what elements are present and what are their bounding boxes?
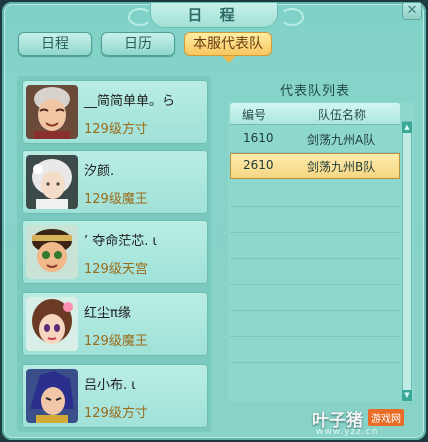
title-ornament-left: [128, 8, 152, 26]
row-divider: [230, 258, 400, 259]
row-divider: [230, 284, 400, 285]
member-name: ’ 夺命茫芯. ι: [84, 234, 157, 249]
team-row[interactable]: 1610 剑荡九州A队: [230, 126, 400, 152]
window-titlebar: 日 程: [150, 2, 278, 28]
team-list-header: 编号 队伍名称: [230, 103, 400, 125]
white-haired-portrait-icon: [26, 155, 78, 209]
member-level: 129级魔王: [84, 192, 148, 207]
tab-server-team[interactable]: 本服代表队: [184, 32, 272, 63]
member-name: 红尘π缘: [84, 306, 131, 321]
tab-schedule[interactable]: 日程: [18, 32, 92, 56]
window-title: 日 程: [187, 6, 241, 24]
watermark-url: www.yzz.cn: [316, 427, 379, 437]
row-divider: [230, 362, 400, 363]
row-divider: [230, 310, 400, 311]
row-divider: [230, 336, 400, 337]
member-card[interactable]: __简简单单。ら 129级方寸: [22, 80, 208, 144]
row-divider: [230, 232, 400, 233]
member-name: 汐颜.: [84, 164, 115, 179]
member-level: 129级方寸: [84, 406, 148, 421]
team-id: 1610: [243, 131, 274, 145]
member-name: __简简单单。ら: [84, 94, 176, 109]
team-name: 剑荡九州B队: [307, 160, 376, 174]
blue-haired-portrait-icon: [26, 369, 78, 423]
boy-portrait-icon: [26, 225, 78, 279]
column-header-team-name: 队伍名称: [318, 108, 367, 122]
tab-calendar[interactable]: 日历: [101, 32, 175, 56]
member-level: 129级天宫: [84, 262, 148, 277]
member-card[interactable]: ’ 夺命茫芯. ι 129级天宫: [22, 220, 208, 284]
member-name: 吕小布. ι: [84, 378, 136, 393]
title-ornament-right: [280, 8, 304, 26]
member-level: 129级方寸: [84, 122, 148, 137]
team-name: 剑荡九州A队: [307, 133, 376, 147]
scroll-up-arrow-icon[interactable]: ▲: [402, 122, 412, 133]
member-card[interactable]: 汐颜. 129级魔王: [22, 150, 208, 214]
member-card[interactable]: 红尘π缘 129级魔王: [22, 292, 208, 356]
team-list-scrollbar[interactable]: [402, 121, 412, 401]
elder-woman-portrait-icon: [26, 85, 78, 139]
column-header-id: 编号: [242, 108, 267, 122]
member-level: 129级魔王: [84, 334, 148, 349]
row-divider: [230, 206, 400, 207]
watermark-logo: 叶子猪 游戏网 www.yzz.cn: [312, 406, 422, 438]
scroll-down-arrow-icon[interactable]: ▼: [402, 390, 412, 401]
member-card[interactable]: 吕小布. ι 129级方寸: [22, 364, 208, 428]
team-id: 2610: [243, 158, 274, 172]
girl-portrait-icon: [26, 297, 78, 351]
close-button[interactable]: ✕: [402, 2, 422, 20]
watermark-badge: 游戏网: [368, 409, 404, 426]
team-list-title: 代表队列表: [280, 84, 351, 99]
team-row-selected[interactable]: 2610 剑荡九州B队: [230, 153, 400, 179]
